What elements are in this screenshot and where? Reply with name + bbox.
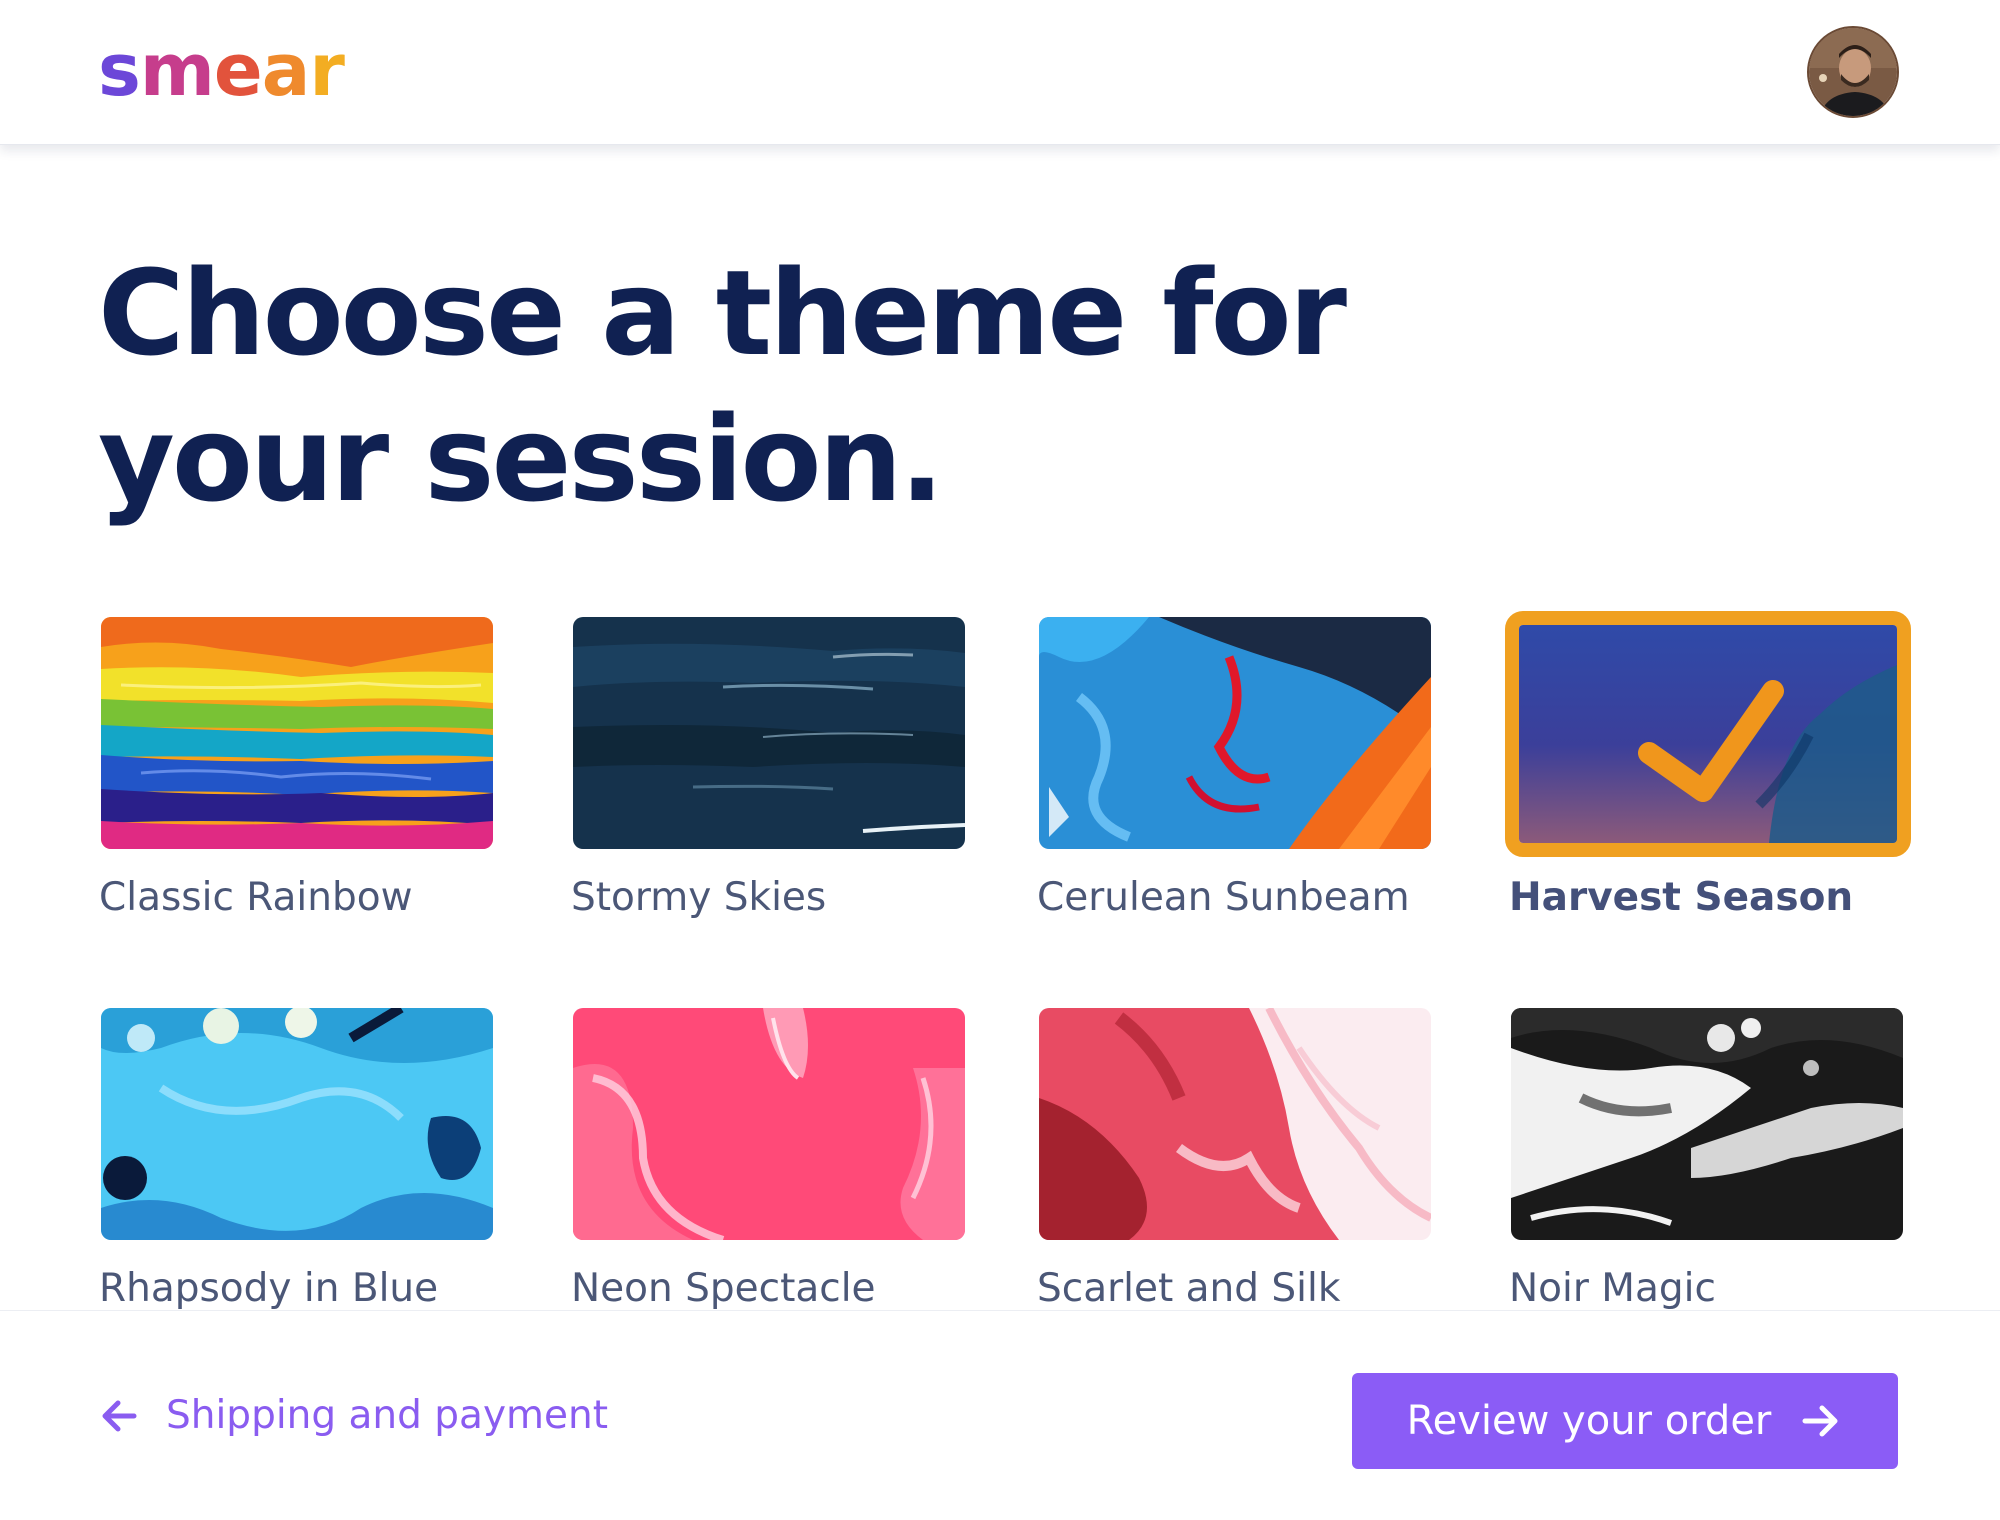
user-avatar[interactable] — [1807, 26, 1899, 118]
theme-label: Classic Rainbow — [99, 875, 413, 920]
smear-logo[interactable]: smear — [98, 28, 345, 112]
theme-thumbnail-selected — [1505, 611, 1911, 857]
logo-letter: e — [213, 28, 263, 112]
logo-letter: s — [98, 28, 141, 112]
review-order-label: Review your order — [1406, 1398, 1772, 1444]
logo-letter: r — [309, 28, 345, 112]
theme-label: Rhapsody in Blue — [99, 1266, 439, 1311]
top-header: smear — [0, 0, 2000, 145]
theme-label: Stormy Skies — [571, 875, 827, 920]
theme-label: Harvest Season — [1509, 875, 1854, 920]
footer-bar: Shipping and payment Review your order — [0, 1310, 2000, 1520]
theme-label: Neon Spectacle — [571, 1266, 876, 1311]
theme-label: Scarlet and Silk — [1037, 1266, 1341, 1311]
logo-letter: m — [139, 28, 215, 112]
page-title-line-1: Choose a theme for — [98, 244, 1347, 382]
back-link-label: Shipping and payment — [166, 1393, 609, 1438]
theme-thumbnail — [101, 617, 493, 849]
logo-letter: a — [261, 28, 311, 112]
page-title-line-2: your session. — [98, 390, 944, 528]
checkmark-icon — [1638, 680, 1784, 802]
theme-label: Noir Magic — [1509, 1266, 1716, 1311]
theme-thumbnail — [1039, 1008, 1431, 1240]
theme-thumbnail — [1039, 617, 1431, 849]
theme-label: Cerulean Sunbeam — [1037, 875, 1410, 920]
theme-thumbnail — [101, 1008, 493, 1240]
back-link-shipping-payment[interactable]: Shipping and payment — [98, 1393, 608, 1438]
page-title: Choose a theme for your session. — [98, 240, 1398, 532]
theme-thumbnail — [1511, 1008, 1903, 1240]
arrow-right-icon — [1802, 1405, 1838, 1437]
theme-thumbnail — [573, 617, 965, 849]
review-order-button[interactable]: Review your order — [1352, 1373, 1898, 1469]
arrow-left-icon — [102, 1400, 137, 1431]
theme-thumbnail — [573, 1008, 965, 1240]
